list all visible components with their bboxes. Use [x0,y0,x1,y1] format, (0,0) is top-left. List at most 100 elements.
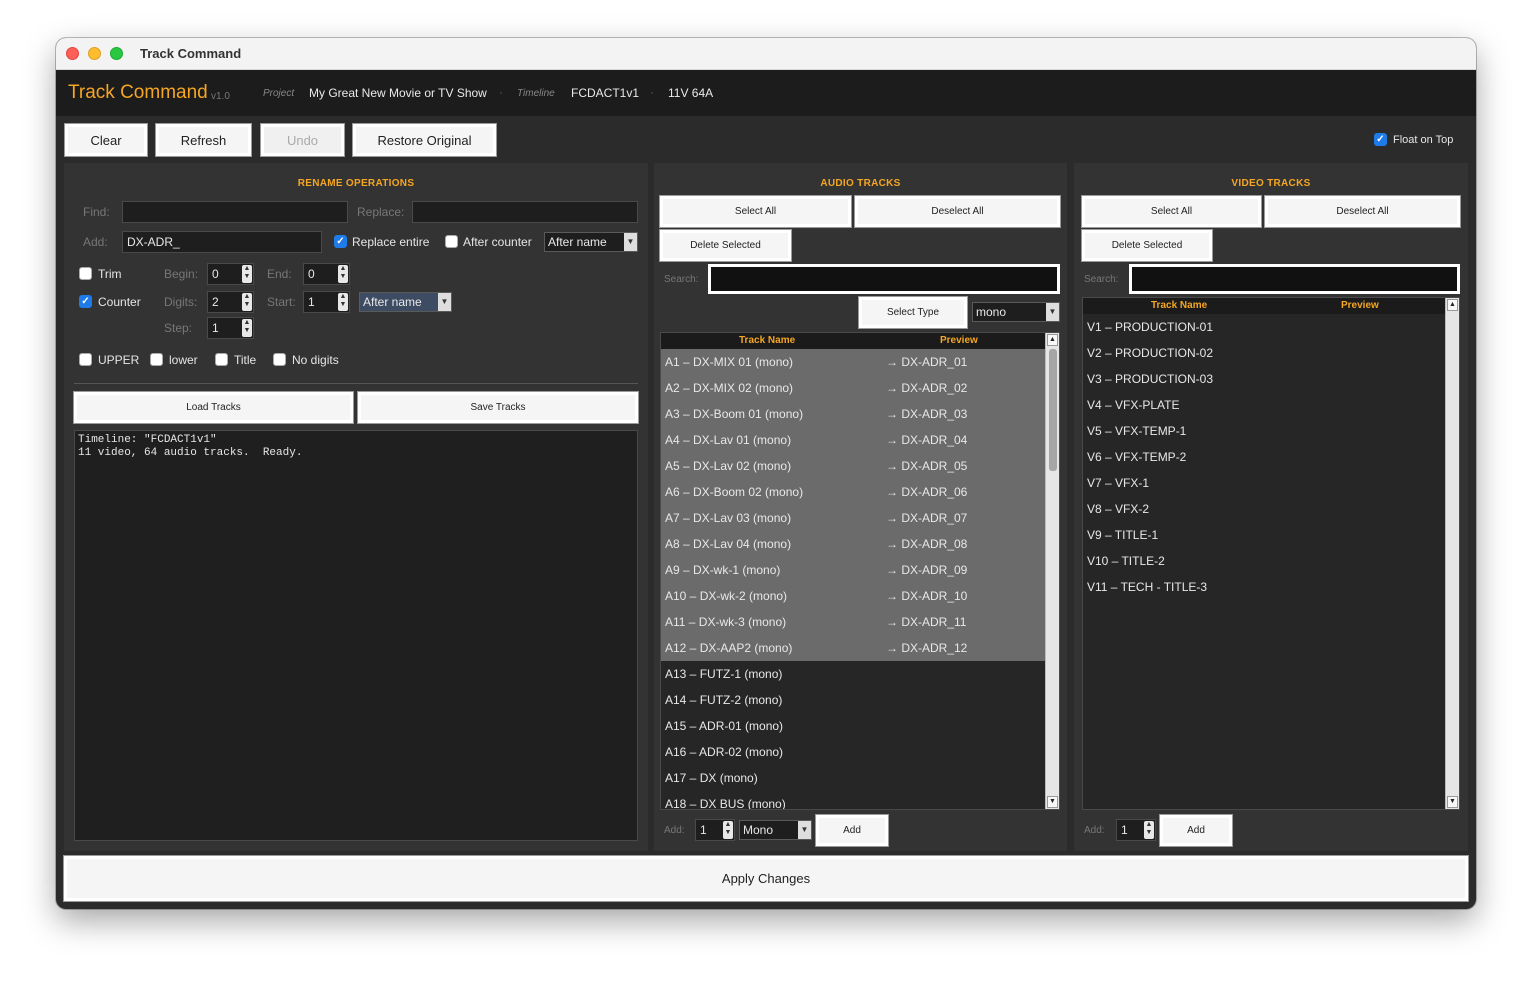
audio-track-row[interactable]: A3 – DX-Boom 01 (mono) → DX-ADR_03 [661,401,1046,427]
trim-checkbox[interactable] [79,267,92,280]
step-stepper[interactable]: 1 ▲ ▼ [207,317,254,339]
audio-track-row[interactable]: A4 – DX-Lav 01 (mono) → DX-ADR_04 [661,427,1046,453]
scroll-down-icon[interactable]: ▼ [1047,796,1058,808]
audio-track-row[interactable]: A14 – FUTZ-2 (mono) [661,687,1046,713]
audio-track-name: A18 – DX BUS (mono) [665,797,786,810]
audio-add-count-stepper[interactable]: 1 ▲ ▼ [695,819,735,841]
start-value: 1 [308,295,315,309]
audio-track-row[interactable]: A6 – DX-Boom 02 (mono) → DX-ADR_06 [661,479,1046,505]
close-window-button[interactable] [66,47,79,60]
audio-track-row[interactable]: A11 – DX-wk-3 (mono) → DX-ADR_11 [661,609,1046,635]
col-preview[interactable]: Preview [940,335,978,346]
video-track-row[interactable]: V1 – PRODUCTION-01 [1083,314,1446,340]
minimize-window-button[interactable] [88,47,101,60]
col-preview[interactable]: Preview [1341,300,1379,311]
audio-track-row[interactable]: A8 – DX-Lav 04 (mono) → DX-ADR_08 [661,531,1046,557]
replace-input[interactable] [412,201,638,223]
video-track-name: V3 – PRODUCTION-03 [1087,372,1214,386]
video-track-row[interactable]: V5 – VFX-TEMP-1 [1083,418,1446,444]
save-tracks-button[interactable]: Save Tracks [358,392,638,423]
audio-delete-selected-button[interactable]: Delete Selected [660,230,791,261]
video-track-row[interactable]: V4 – VFX-PLATE [1083,392,1446,418]
audio-track-preview: → DX-ADR_12 [886,641,968,655]
video-select-all-button[interactable]: Select All [1082,196,1261,227]
audio-search-input[interactable] [708,264,1060,294]
after-counter-checkbox[interactable] [445,235,458,248]
find-input[interactable] [122,201,348,223]
audio-track-row[interactable]: A13 – FUTZ-1 (mono) [661,661,1046,687]
video-track-row[interactable]: V2 – PRODUCTION-02 [1083,340,1446,366]
video-scrollbar[interactable]: ▲ ▼ [1445,298,1459,809]
audio-add-type-select[interactable]: Mono ▼ [739,820,812,840]
audio-track-row[interactable]: A9 – DX-wk-1 (mono) → DX-ADR_09 [661,557,1046,583]
video-deselect-all-button[interactable]: Deselect All [1265,196,1460,227]
refresh-button[interactable]: Refresh [156,124,251,156]
type-filter-select[interactable]: mono ▼ [972,302,1060,322]
audio-track-row[interactable]: A2 – DX-MIX 02 (mono) → DX-ADR_02 [661,375,1046,401]
start-stepper[interactable]: 1 ▲ ▼ [303,291,350,313]
stepper-arrows-icon[interactable]: ▲ ▼ [723,821,733,839]
stepper-arrows-icon[interactable]: ▲ ▼ [338,265,348,283]
audio-select-all-button[interactable]: Select All [660,196,851,227]
clear-button[interactable]: Clear [65,124,147,156]
video-track-row[interactable]: V3 – PRODUCTION-03 [1083,366,1446,392]
no-digits-checkbox[interactable] [273,353,286,366]
zoom-window-button[interactable] [110,47,123,60]
video-add-count-stepper[interactable]: 1 ▲ ▼ [1116,819,1156,841]
restore-original-button[interactable]: Restore Original [353,124,496,156]
apply-changes-button[interactable]: Apply Changes [64,856,1468,901]
video-track-row[interactable]: V11 – TECH - TITLE-3 [1083,574,1446,600]
add-text-input[interactable]: DX-ADR_ [122,231,322,253]
audio-track-row[interactable]: A16 – ADR-02 (mono) [661,739,1046,765]
scroll-thumb[interactable] [1049,349,1057,471]
replace-entire-checkbox[interactable]: ✓ [334,235,347,248]
video-track-row[interactable]: V10 – TITLE-2 [1083,548,1446,574]
add-position-select[interactable]: After name ▼ [544,232,638,252]
audio-track-row[interactable]: A7 – DX-Lav 03 (mono) → DX-ADR_07 [661,505,1046,531]
select-type-button[interactable]: Select Type [859,297,967,328]
scroll-up-icon[interactable]: ▲ [1047,334,1058,346]
scroll-down-icon[interactable]: ▼ [1447,796,1458,808]
upper-checkbox[interactable] [79,353,92,366]
video-search-input[interactable] [1129,264,1460,294]
audio-track-row[interactable]: A18 – DX BUS (mono) [661,791,1046,810]
lower-checkbox[interactable] [150,353,163,366]
video-delete-selected-button[interactable]: Delete Selected [1082,230,1212,261]
begin-stepper[interactable]: 0 ▲ ▼ [207,263,254,285]
audio-deselect-all-button[interactable]: Deselect All [855,196,1060,227]
video-search-label: Search: [1084,274,1119,285]
video-add-button[interactable]: Add [1160,815,1232,846]
audio-track-preview: → DX-ADR_11 [886,615,967,629]
audio-scrollbar[interactable]: ▲ ▼ [1045,333,1059,809]
audio-add-button[interactable]: Add [816,815,888,846]
stepper-arrows-icon[interactable]: ▲ ▼ [338,293,348,311]
counter-checkbox[interactable]: ✓ [79,295,92,308]
audio-track-row[interactable]: A17 – DX (mono) [661,765,1046,791]
float-on-top-checkbox[interactable]: ✓ [1374,133,1387,146]
stepper-arrows-icon[interactable]: ▲ ▼ [1144,821,1154,839]
col-track-name[interactable]: Track Name [739,335,795,346]
undo-button[interactable]: Undo [261,124,344,156]
audio-track-row[interactable]: A10 – DX-wk-2 (mono) → DX-ADR_10 [661,583,1046,609]
audio-track-row[interactable]: A15 – ADR-01 (mono) [661,713,1046,739]
audio-track-row[interactable]: A1 – DX-MIX 01 (mono) → DX-ADR_01 [661,349,1046,375]
chevron-down-icon: ▼ [624,233,637,251]
video-track-row[interactable]: V7 – VFX-1 [1083,470,1446,496]
audio-track-row[interactable]: A12 – DX-AAP2 (mono) → DX-ADR_12 [661,635,1046,661]
title-case-label: Title [234,353,257,367]
stepper-arrows-icon[interactable]: ▲ ▼ [242,319,252,337]
digits-stepper[interactable]: 2 ▲ ▼ [207,291,254,313]
audio-track-row[interactable]: A5 – DX-Lav 02 (mono) → DX-ADR_05 [661,453,1046,479]
load-tracks-button[interactable]: Load Tracks [74,392,353,423]
stepper-arrows-icon[interactable]: ▲ ▼ [242,293,252,311]
stepper-arrows-icon[interactable]: ▲ ▼ [242,265,252,283]
title-case-checkbox[interactable] [215,353,228,366]
scroll-up-icon[interactable]: ▲ [1447,299,1458,311]
col-track-name[interactable]: Track Name [1151,300,1207,311]
counter-position-select[interactable]: After name ▼ [359,292,452,312]
end-stepper[interactable]: 0 ▲ ▼ [303,263,350,285]
video-track-row[interactable]: V8 – VFX-2 [1083,496,1446,522]
audio-track-list: Track Name Preview A1 – DX-MIX 01 (mono)… [660,332,1060,810]
video-track-row[interactable]: V6 – VFX-TEMP-2 [1083,444,1446,470]
video-track-row[interactable]: V9 – TITLE-1 [1083,522,1446,548]
